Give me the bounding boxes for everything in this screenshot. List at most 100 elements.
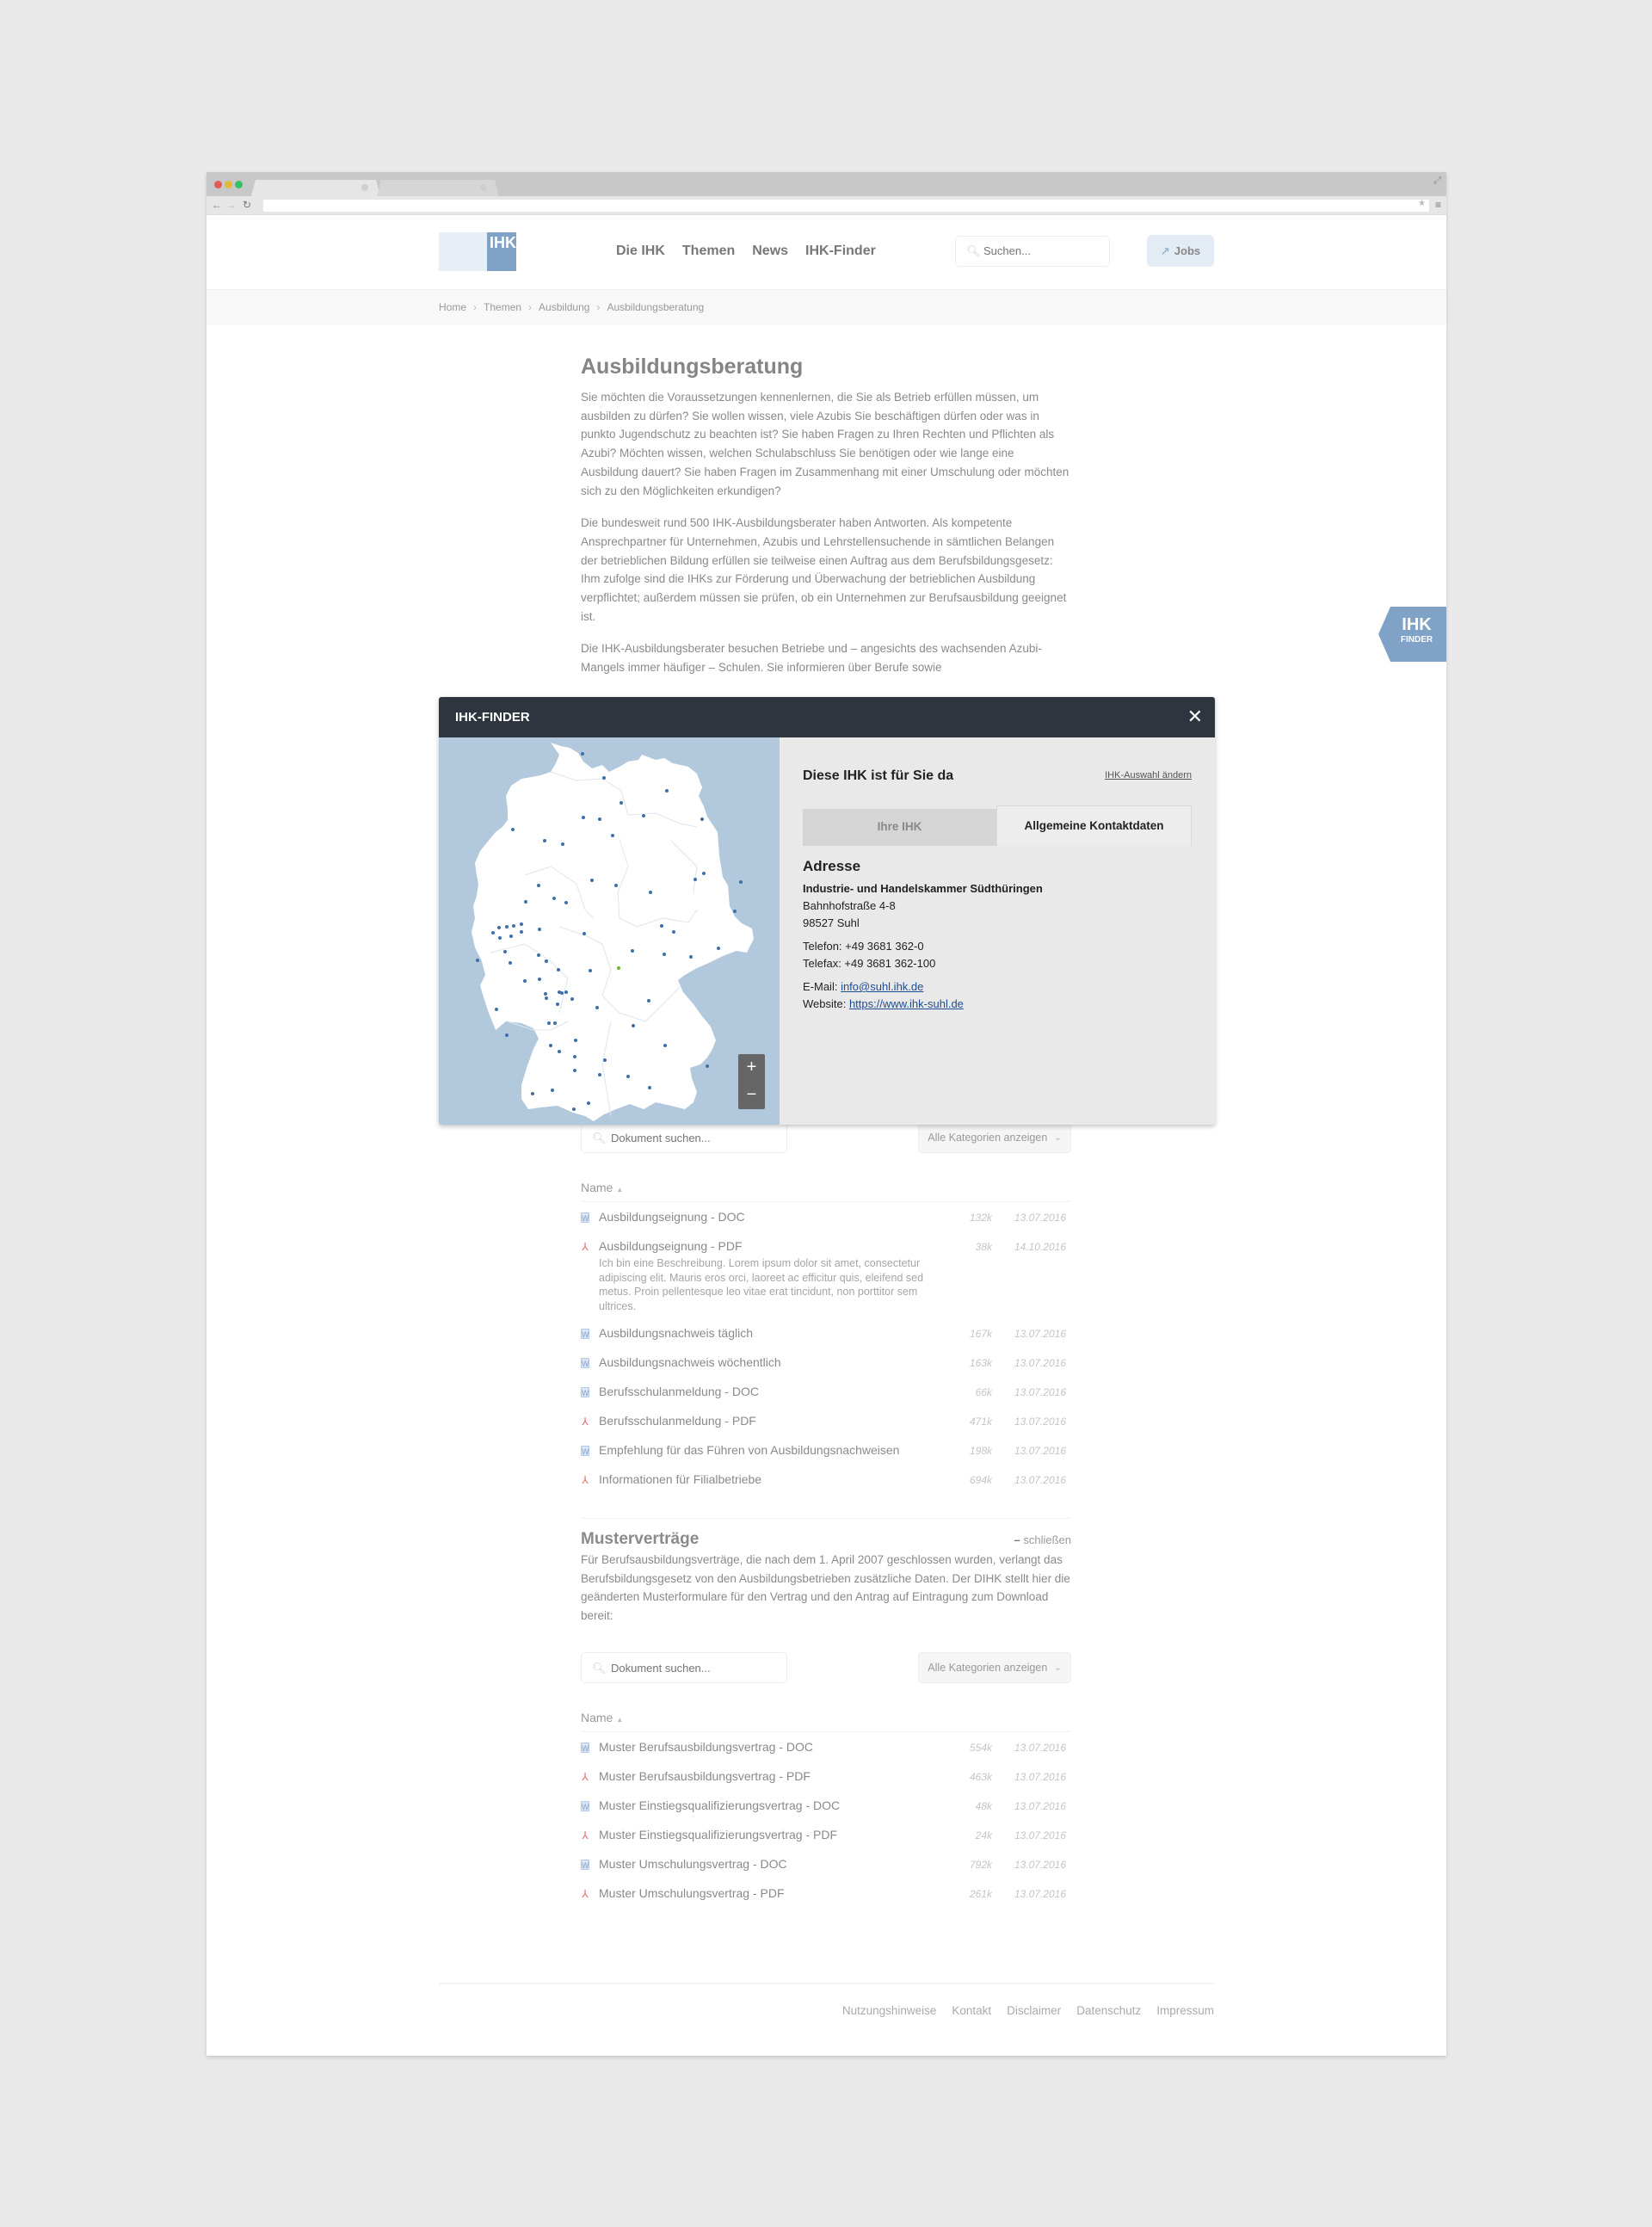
ihk-location-marker[interactable] bbox=[573, 1055, 576, 1058]
back-arrow-icon[interactable]: ← bbox=[212, 199, 222, 211]
ihk-location-marker[interactable] bbox=[558, 1050, 561, 1053]
document-title[interactable]: Muster Umschulungsvertrag - DOC bbox=[599, 1857, 1071, 1871]
document-title[interactable]: Ausbildungsnachweis täglich bbox=[599, 1326, 1071, 1340]
document-row[interactable]: W Ausbildungsnachweis wöchentlich 163k 13.0… bbox=[581, 1348, 1071, 1377]
name-column-header[interactable]: Name ▲ bbox=[581, 1181, 1071, 1202]
ihk-location-marker[interactable] bbox=[560, 991, 564, 995]
ihk-location-marker[interactable] bbox=[523, 979, 527, 983]
ihk-location-marker[interactable] bbox=[706, 1064, 709, 1068]
document-title[interactable]: Ausbildungseignung - PDF bbox=[599, 1239, 1071, 1253]
ihk-location-marker[interactable] bbox=[689, 955, 693, 959]
document-title[interactable]: Berufsschulanmeldung - DOC bbox=[599, 1385, 1071, 1398]
document-row[interactable]: ⅄ Berufsschulanmeldung - PDF 471k 13.07.201… bbox=[581, 1406, 1071, 1435]
ihk-location-marker[interactable] bbox=[497, 926, 501, 929]
ihk-location-marker[interactable] bbox=[512, 924, 515, 928]
category-filter-select[interactable]: Alle Kategorien anzeigen ⌄ bbox=[918, 1122, 1071, 1153]
site-search-input[interactable] bbox=[983, 244, 1095, 257]
ihk-location-marker[interactable] bbox=[538, 928, 541, 931]
ihk-location-marker[interactable] bbox=[498, 936, 502, 940]
zoom-in-button[interactable]: + bbox=[738, 1054, 765, 1082]
footer-link-disclaimer[interactable]: Disclaimer bbox=[1007, 2004, 1061, 2017]
ihk-location-marker[interactable] bbox=[647, 999, 650, 1002]
nav-news[interactable]: News bbox=[752, 244, 788, 259]
ihk-location-marker[interactable] bbox=[598, 1073, 601, 1076]
ihk-location-marker[interactable] bbox=[511, 828, 515, 831]
ihk-location-marker[interactable] bbox=[598, 817, 601, 821]
document-title[interactable]: Muster Berufsausbildungsvertrag - PDF bbox=[599, 1769, 1071, 1783]
ihk-location-marker[interactable] bbox=[632, 1024, 635, 1027]
ihk-location-marker[interactable] bbox=[649, 891, 652, 894]
nav-die-ihk[interactable]: Die IHK bbox=[616, 244, 665, 259]
zoom-out-button[interactable]: − bbox=[738, 1082, 765, 1109]
selected-ihk-marker[interactable] bbox=[617, 966, 620, 970]
category-filter-select[interactable]: Alle Kategorien anzeigen ⌄ bbox=[918, 1652, 1071, 1683]
browser-tab[interactable] bbox=[377, 180, 499, 196]
document-row[interactable]: W Muster Einstiegsqualifizierungsvertrag … bbox=[581, 1791, 1071, 1820]
document-row[interactable]: W Muster Umschulungsvertrag - DOC 792k 13.0… bbox=[581, 1849, 1071, 1878]
ihk-location-marker[interactable] bbox=[547, 1021, 551, 1025]
ihk-location-marker[interactable] bbox=[642, 814, 645, 817]
ihk-location-marker[interactable] bbox=[505, 925, 509, 928]
tab-close-icon[interactable] bbox=[480, 184, 487, 191]
document-row[interactable]: W Ausbildungseignung - DOC 132k 13.07.2016 bbox=[581, 1202, 1071, 1231]
forward-arrow-icon[interactable]: → bbox=[225, 199, 236, 211]
tab-ihre-ihk[interactable]: Ihre IHK bbox=[803, 809, 996, 846]
footer-link-nutzungshinweise[interactable]: Nutzungshinweise bbox=[842, 2004, 937, 2017]
ihk-location-marker[interactable] bbox=[614, 884, 618, 887]
document-row[interactable]: ⅄ Muster Einstiegsqualifizierungsvertrag … bbox=[581, 1820, 1071, 1849]
ihk-location-marker[interactable] bbox=[573, 1069, 576, 1072]
document-row[interactable]: W Berufsschulanmeldung - DOC 66k 13.07.2016 bbox=[581, 1377, 1071, 1406]
email-link[interactable]: info@suhl.ihk.de bbox=[841, 980, 923, 993]
document-search-input[interactable] bbox=[611, 1132, 774, 1144]
ihk-location-marker[interactable] bbox=[660, 924, 663, 928]
nav-ihk-finder[interactable]: IHK-Finder bbox=[805, 244, 876, 259]
document-row[interactable]: ⅄ Informationen für Filialbetriebe 694k 13.… bbox=[581, 1465, 1071, 1494]
ihk-location-marker[interactable] bbox=[570, 997, 574, 1001]
ihk-location-marker[interactable] bbox=[557, 968, 560, 972]
ihk-location-marker[interactable] bbox=[595, 1006, 599, 1009]
document-title[interactable]: Berufsschulanmeldung - PDF bbox=[599, 1414, 1071, 1428]
ihk-location-marker[interactable] bbox=[544, 992, 547, 996]
ihk-location-marker[interactable] bbox=[552, 897, 556, 900]
ihk-location-marker[interactable] bbox=[587, 1101, 590, 1105]
ihk-location-marker[interactable] bbox=[551, 1089, 554, 1092]
ihk-location-marker[interactable] bbox=[549, 1044, 552, 1047]
document-row[interactable]: W Ausbildungsnachweis täglich 167k 13.07.20… bbox=[581, 1318, 1071, 1348]
ihk-location-marker[interactable] bbox=[620, 801, 623, 805]
ihk-location-marker[interactable] bbox=[476, 959, 479, 962]
document-row[interactable]: ⅄ Ausbildungseignung - PDF Ich bin eine Be… bbox=[581, 1231, 1071, 1318]
ihk-location-marker[interactable] bbox=[631, 949, 634, 953]
ihk-location-marker[interactable] bbox=[603, 1058, 607, 1062]
website-link[interactable]: https://www.ihk-suhl.de bbox=[849, 997, 964, 1010]
close-icon[interactable]: ✕ bbox=[1187, 706, 1203, 728]
ihk-location-marker[interactable] bbox=[553, 1021, 557, 1025]
maximize-window-icon[interactable] bbox=[235, 181, 243, 188]
ihk-location-marker[interactable] bbox=[564, 990, 568, 994]
ihk-location-marker[interactable] bbox=[520, 922, 523, 926]
document-title[interactable]: Informationen für Filialbetriebe bbox=[599, 1472, 1071, 1486]
ihk-location-marker[interactable] bbox=[648, 1086, 651, 1089]
ihk-location-marker[interactable] bbox=[491, 931, 495, 935]
document-row[interactable]: W Empfehlung für das Führen von Ausbildun… bbox=[581, 1435, 1071, 1465]
address-bar[interactable]: ★ bbox=[263, 199, 1429, 212]
nav-themen[interactable]: Themen bbox=[682, 244, 735, 259]
ihk-location-marker[interactable] bbox=[537, 953, 540, 957]
ihk-location-marker[interactable] bbox=[495, 1008, 498, 1011]
document-row[interactable]: ⅄ Muster Berufsausbildungsvertrag - PDF 46… bbox=[581, 1761, 1071, 1791]
change-ihk-link[interactable]: IHK-Auswahl ändern bbox=[1105, 770, 1192, 780]
ihk-location-marker[interactable] bbox=[717, 947, 720, 950]
ihk-location-marker[interactable] bbox=[700, 817, 704, 821]
ihk-location-marker[interactable] bbox=[520, 930, 523, 934]
document-row[interactable]: ⅄ Muster Umschulungsvertrag - PDF 261k 13.0… bbox=[581, 1878, 1071, 1908]
breadcrumb-home[interactable]: Home bbox=[439, 301, 466, 313]
ihk-location-marker[interactable] bbox=[509, 935, 513, 938]
ihk-location-marker[interactable] bbox=[564, 901, 568, 904]
breadcrumb-ausbildung[interactable]: Ausbildung bbox=[539, 301, 589, 313]
ihk-location-marker[interactable] bbox=[672, 930, 675, 934]
ihk-location-marker[interactable] bbox=[589, 969, 592, 972]
bookmark-star-icon[interactable]: ★ bbox=[1418, 199, 1426, 208]
ihk-location-marker[interactable] bbox=[509, 961, 512, 965]
jobs-button[interactable]: ↗ Jobs bbox=[1147, 235, 1214, 267]
footer-link-kontakt[interactable]: Kontakt bbox=[952, 2004, 991, 2017]
document-title[interactable]: Muster Einstiegsqualifizierungsvertrag -… bbox=[599, 1828, 1071, 1841]
